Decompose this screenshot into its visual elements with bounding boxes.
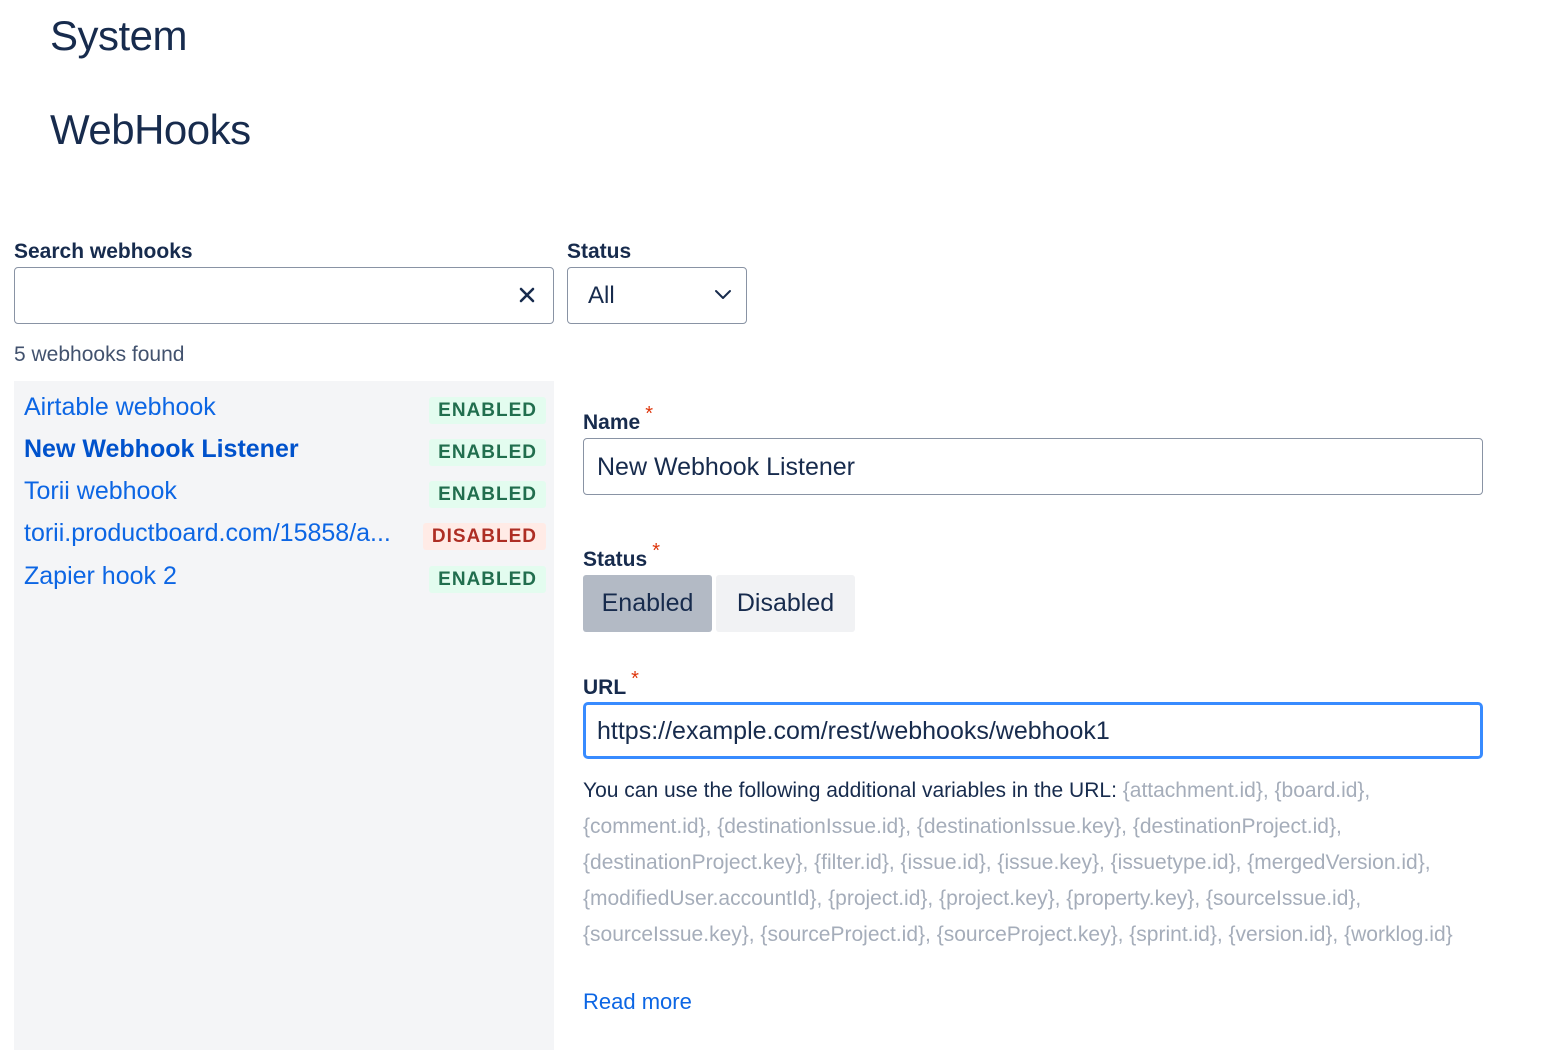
name-field[interactable]: New Webhook Listener — [583, 438, 1483, 495]
status-filter-value: All — [588, 282, 615, 309]
list-item[interactable]: Airtable webhook ENABLED — [24, 389, 546, 427]
webhook-name-link[interactable]: New Webhook Listener — [24, 435, 299, 464]
page-title: WebHooks — [50, 106, 251, 153]
section-title: System — [50, 12, 188, 59]
list-item[interactable]: Zapier hook 2 ENABLED — [24, 558, 546, 596]
chevron-down-icon — [714, 288, 732, 302]
webhook-name-link[interactable]: Airtable webhook — [24, 393, 216, 422]
url-field[interactable]: https://example.com/rest/webhooks/webhoo… — [583, 702, 1483, 759]
webhook-name-link[interactable]: Torii webhook — [24, 477, 177, 506]
list-item[interactable]: Torii webhook ENABLED — [24, 473, 546, 511]
status-badge: ENABLED — [429, 439, 546, 466]
list-item[interactable]: New Webhook Listener ENABLED — [24, 431, 546, 469]
required-marker: * — [652, 540, 660, 562]
search-input[interactable] — [14, 267, 554, 324]
url-label: URL * — [583, 668, 639, 699]
webhook-name-link[interactable]: torii.productboard.com/15858/a... — [24, 519, 391, 548]
status-disabled-button[interactable]: Disabled — [716, 575, 855, 632]
required-marker: * — [631, 668, 639, 690]
name-label: Name * — [583, 403, 653, 434]
name-field-value: New Webhook Listener — [597, 453, 856, 481]
read-more-link[interactable]: Read more — [583, 989, 692, 1015]
list-item[interactable]: torii.productboard.com/15858/a... DISABL… — [24, 515, 546, 553]
status-badge: ENABLED — [429, 481, 546, 508]
status-label: Status * — [583, 540, 660, 571]
results-count: 5 webhooks found — [14, 343, 185, 366]
status-filter-label: Status — [567, 240, 632, 263]
url-help-text: You can use the following additional var… — [583, 773, 1493, 953]
required-marker: * — [645, 403, 653, 425]
status-enabled-button[interactable]: Enabled — [583, 575, 712, 632]
help-intro: You can use the following additional var… — [583, 779, 1123, 802]
webhook-name-link[interactable]: Zapier hook 2 — [24, 562, 177, 591]
search-label: Search webhooks — [14, 240, 193, 263]
status-badge: ENABLED — [429, 397, 546, 424]
webhook-list: Airtable webhook ENABLED New Webhook Lis… — [14, 381, 554, 1050]
help-variables: {attachment.id}, {board.id}, {comment.id… — [583, 779, 1453, 946]
close-icon[interactable] — [517, 285, 537, 305]
status-badge: DISABLED — [422, 523, 546, 550]
status-badge: ENABLED — [429, 566, 546, 593]
url-field-value: https://example.com/rest/webhooks/webhoo… — [597, 717, 1110, 745]
status-filter-select[interactable]: All — [567, 267, 747, 324]
